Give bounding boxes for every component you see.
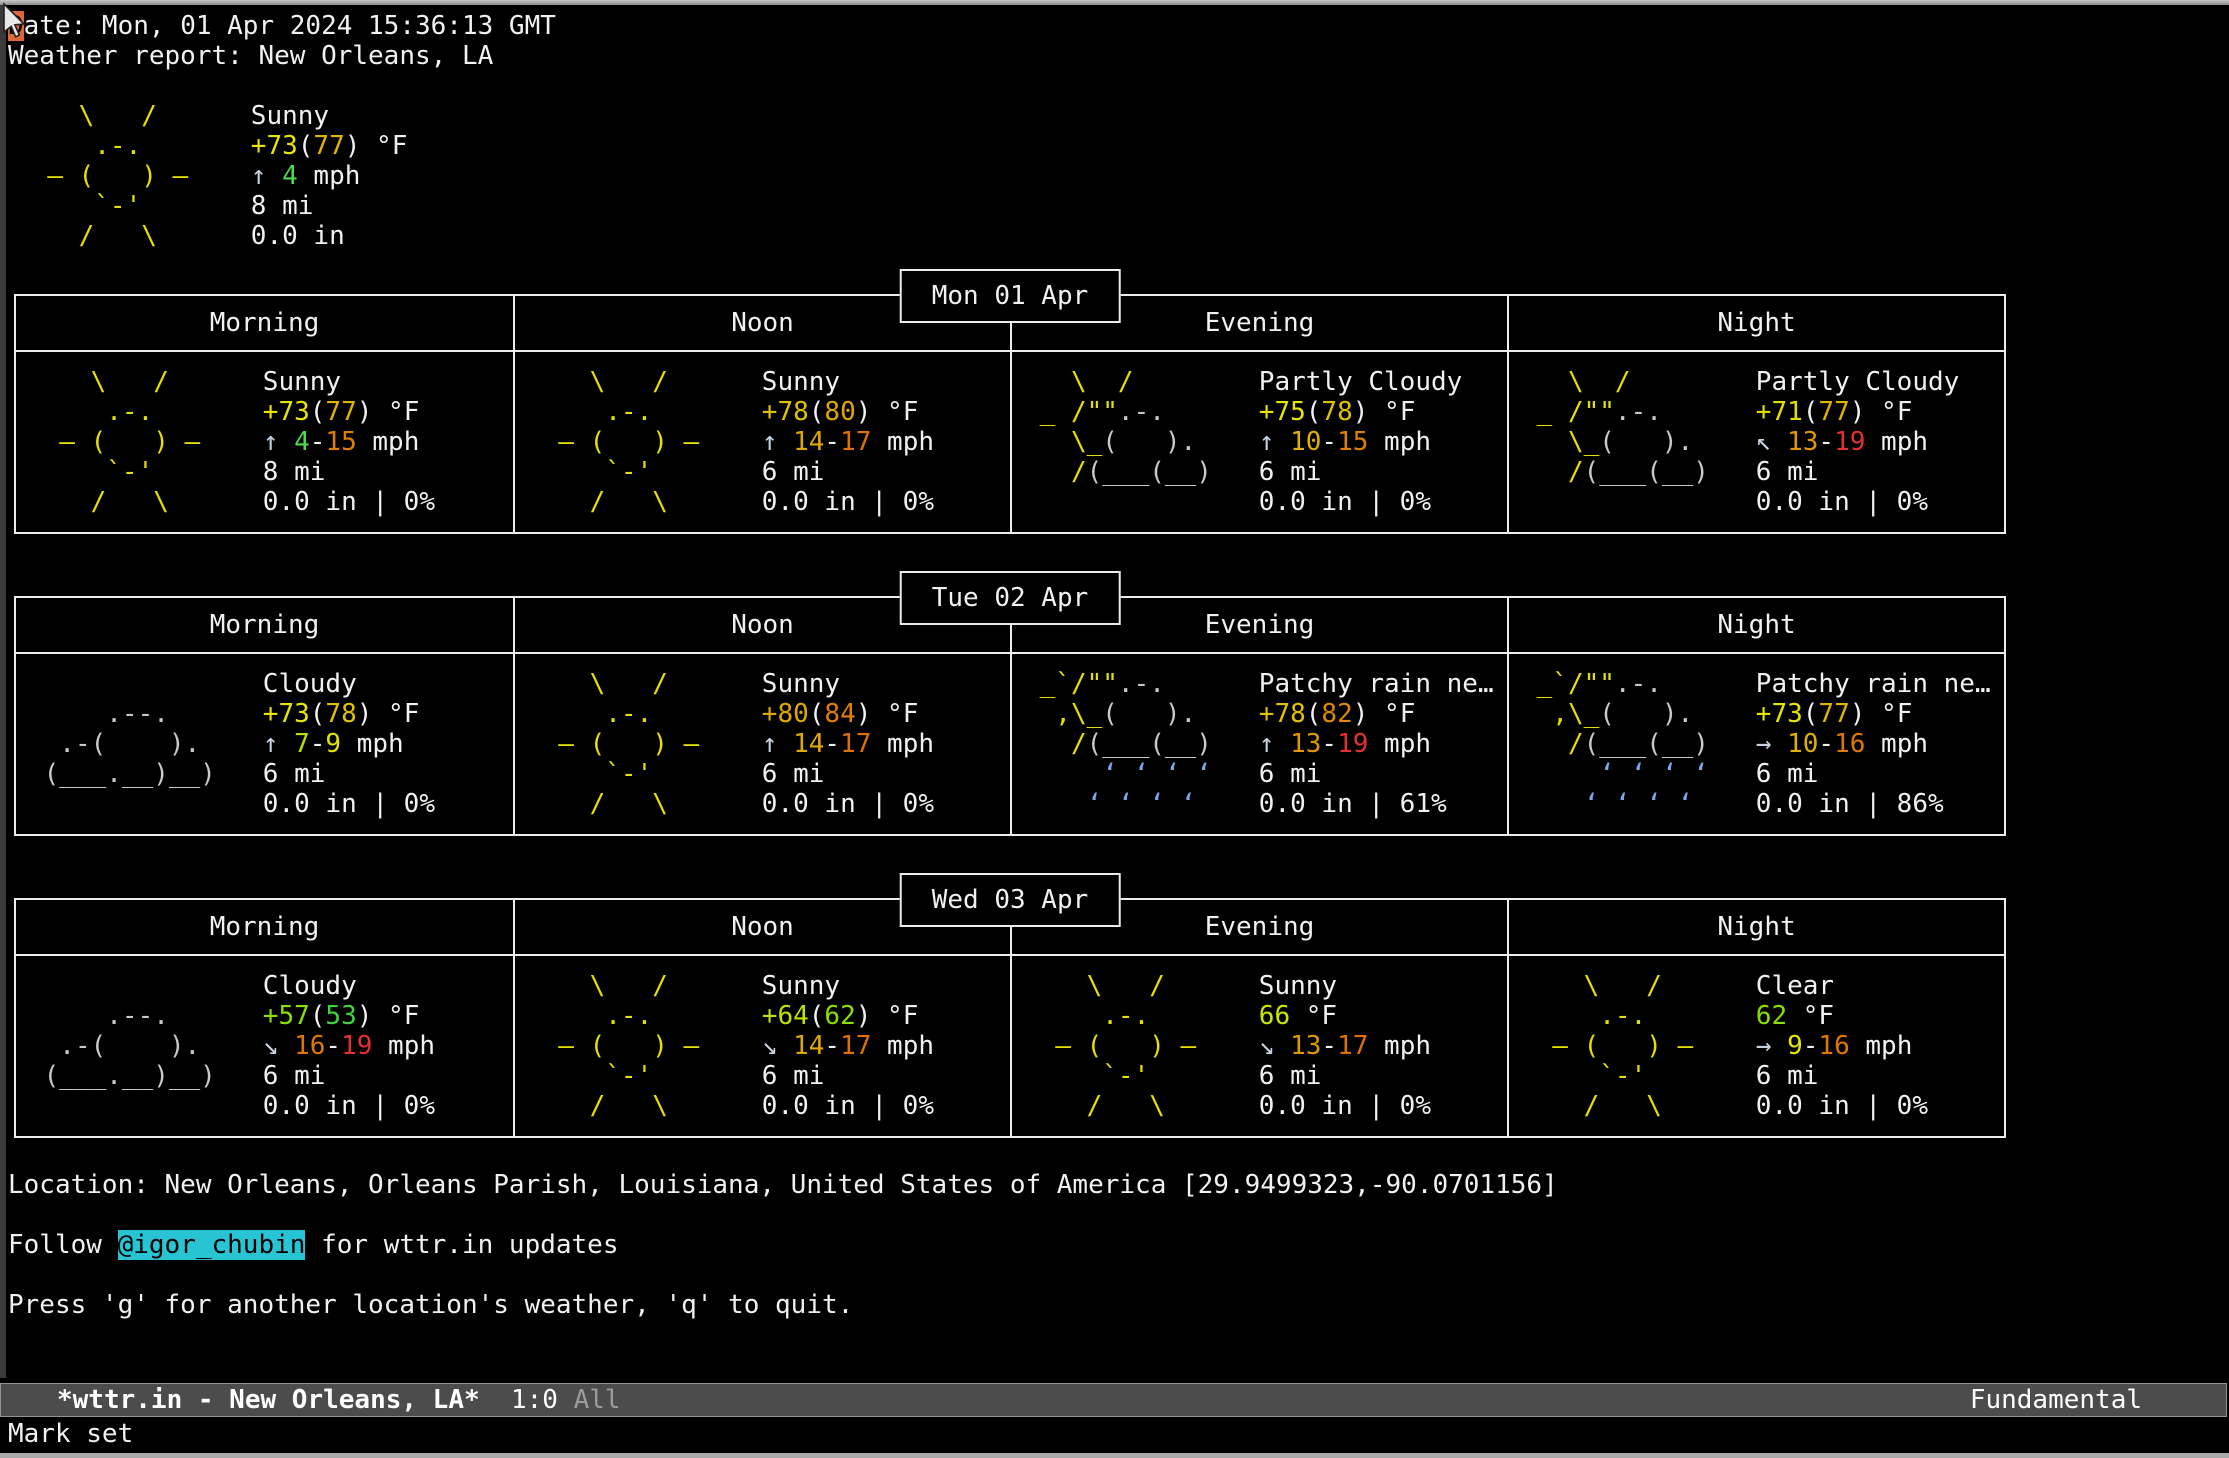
patchy-rain-ascii-icon: _`/"".-. ,\_( ). /(___(__) ‘ ‘ ‘ ‘ ‘ ‘ ‘… bbox=[1024, 669, 1259, 819]
forecast-cell-morning: .--. .-( ). (___.__)__) Cloudy+73(78) °F… bbox=[16, 654, 513, 834]
weather-text: Sunny+64(62) °F↘ 14-17 mph6 mi0.0 in | 0… bbox=[762, 971, 934, 1121]
sunny-ascii-icon: \ / .-. ― ( ) ― `-' / \ bbox=[1521, 971, 1756, 1121]
weather-text: Partly Cloudy+71(77) °F↖ 13-19 mph6 mi0.… bbox=[1756, 367, 1960, 517]
weather-text: Cloudy+57(53) °F↘ 16-19 mph6 mi0.0 in | … bbox=[263, 971, 435, 1121]
forecast-cell-evening: \ / _ /"".-. \_( ). /(___(__) Partly Clo… bbox=[1010, 352, 1507, 532]
period-header-night: Night bbox=[1507, 598, 2004, 652]
forecast-cell-noon: \ / .-. ― ( ) ― `-' / \Sunny+78(80) °F↑ … bbox=[513, 352, 1010, 532]
sunny-ascii-icon: \ / .-. ― ( ) ― `-' / \ bbox=[1024, 971, 1259, 1121]
forecast-table-tue-02-apr: Tue 02 AprMorningNoonEveningNight .--. .… bbox=[14, 596, 2006, 836]
weather-text: Patchy rain ne…+73(77) °F→ 10-16 mph6 mi… bbox=[1756, 669, 1991, 819]
partly-cloudy-ascii-icon: \ / _ /"".-. \_( ). /(___(__) bbox=[1024, 367, 1259, 517]
mouse-pointer-icon bbox=[2, 2, 32, 42]
period-header-night: Night bbox=[1507, 296, 2004, 350]
weather-text: Sunny+80(84) °F↑ 14-17 mph6 mi0.0 in | 0… bbox=[762, 669, 934, 819]
mode-line[interactable]: *wttr.in - New Orleans, LA* 1:0 All Funda… bbox=[0, 1383, 2227, 1417]
forecast-date-label: Wed 03 Apr bbox=[900, 873, 1121, 927]
current-conditions: \ / .-. ― ( ) ― `-' / \Sunny+73(77) °F↑ … bbox=[8, 101, 2229, 251]
period-header-night: Night bbox=[1507, 900, 2004, 954]
scroll-indicator: All bbox=[574, 1385, 621, 1415]
sunny-ascii-icon: \ / .-. ― ( ) ― `-' / \ bbox=[28, 367, 263, 517]
forecast-cell-noon: \ / .-. ― ( ) ― `-' / \Sunny+80(84) °F↑ … bbox=[513, 654, 1010, 834]
forecast-cell-morning: .--. .-( ). (___.__)__) Cloudy+57(53) °F… bbox=[16, 956, 513, 1136]
weather-text: Cloudy+73(78) °F↑ 7-9 mph6 mi0.0 in | 0% bbox=[263, 669, 435, 819]
forecast-cell-night: \ / .-. ― ( ) ― `-' / \Clear62 °F→ 9-16 … bbox=[1507, 956, 2004, 1136]
patchy-rain-ascii-icon: _`/"".-. ,\_( ). /(___(__) ‘ ‘ ‘ ‘ ‘ ‘ ‘… bbox=[1521, 669, 1756, 819]
period-header-morning: Morning bbox=[16, 900, 513, 954]
weather-text: Sunny+73(77) °F↑ 4 mph8 mi0.0 in bbox=[251, 101, 408, 251]
weather-text: Clear62 °F→ 9-16 mph6 mi0.0 in | 0% bbox=[1756, 971, 1928, 1121]
weather-text: Sunny66 °F↘ 13-17 mph6 mi0.0 in | 0% bbox=[1259, 971, 1431, 1121]
cloudy-ascii-icon: .--. .-( ). (___.__)__) bbox=[28, 971, 263, 1121]
report-line: Weather report: New Orleans, LA bbox=[8, 41, 2229, 71]
location-line: Location: New Orleans, Orleans Parish, L… bbox=[8, 1170, 2229, 1200]
sunny-ascii-icon: \ / .-. ― ( ) ― `-' / \ bbox=[527, 367, 762, 517]
help-line: Press 'g' for another location's weather… bbox=[8, 1290, 2229, 1320]
sunny-ascii-icon: \ / .-. ― ( ) ― `-' / \ bbox=[527, 971, 762, 1121]
forecast-cell-evening: \ / .-. ― ( ) ― `-' / \Sunny66 °F↘ 13-17… bbox=[1010, 956, 1507, 1136]
buffer-name: *wttr.in - New Orleans, LA* bbox=[1, 1384, 480, 1416]
weather-text: Partly Cloudy+75(78) °F↑ 10-15 mph6 mi0.… bbox=[1259, 367, 1463, 517]
forecast-cell-morning: \ / .-. ― ( ) ― `-' / \Sunny+73(77) °F↑ … bbox=[16, 352, 513, 532]
cursor-position: 1:0 bbox=[511, 1385, 558, 1415]
forecast-table-wed-03-apr: Wed 03 AprMorningNoonEveningNight .--. .… bbox=[14, 898, 2006, 1138]
partly-cloudy-ascii-icon: \ / _ /"".-. \_( ). /(___(__) bbox=[1521, 367, 1756, 517]
period-header-morning: Morning bbox=[16, 598, 513, 652]
forecast-cell-evening: _`/"".-. ,\_( ). /(___(__) ‘ ‘ ‘ ‘ ‘ ‘ ‘… bbox=[1010, 654, 1507, 834]
forecast-date-label: Tue 02 Apr bbox=[900, 571, 1121, 625]
weather-text: Patchy rain ne…+78(82) °F↑ 13-19 mph6 mi… bbox=[1259, 669, 1494, 819]
sunny-ascii-icon: \ / .-. ― ( ) ― `-' / \ bbox=[16, 101, 251, 251]
forecast-date-label: Mon 01 Apr bbox=[900, 269, 1121, 323]
weather-text: Sunny+73(77) °F↑ 4-15 mph8 mi0.0 in | 0% bbox=[263, 367, 435, 517]
forecast-cell-noon: \ / .-. ― ( ) ― `-' / \Sunny+64(62) °F↘ … bbox=[513, 956, 1010, 1136]
follow-line: Follow @igor_chubin for wttr.in updates bbox=[8, 1230, 2229, 1260]
date-line: Date: Mon, 01 Apr 2024 15:36:13 GMT bbox=[8, 11, 2229, 41]
wttr-buffer[interactable]: Date: Mon, 01 Apr 2024 15:36:13 GMT Weat… bbox=[0, 5, 2229, 1378]
major-mode: Fundamental bbox=[1970, 1384, 2142, 1416]
twitter-handle: @igor_chubin bbox=[118, 1230, 306, 1260]
forecast-tables: Mon 01 AprMorningNoonEveningNight \ / .-… bbox=[14, 294, 2229, 1138]
forecast-table-mon-01-apr: Mon 01 AprMorningNoonEveningNight \ / .-… bbox=[14, 294, 2006, 534]
weather-text: Sunny+78(80) °F↑ 14-17 mph6 mi0.0 in | 0… bbox=[762, 367, 934, 517]
period-header-morning: Morning bbox=[16, 296, 513, 350]
forecast-cell-night: _`/"".-. ,\_( ). /(___(__) ‘ ‘ ‘ ‘ ‘ ‘ ‘… bbox=[1507, 654, 2004, 834]
cloudy-ascii-icon: .--. .-( ). (___.__)__) bbox=[28, 669, 263, 819]
echo-area: Mark set bbox=[8, 1417, 2229, 1453]
window-bottom-edge bbox=[0, 1453, 2229, 1458]
forecast-cell-night: \ / _ /"".-. \_( ). /(___(__) Partly Clo… bbox=[1507, 352, 2004, 532]
sunny-ascii-icon: \ / .-. ― ( ) ― `-' / \ bbox=[527, 669, 762, 819]
emacs-frame: Date: Mon, 01 Apr 2024 15:36:13 GMT Weat… bbox=[0, 0, 2229, 1458]
